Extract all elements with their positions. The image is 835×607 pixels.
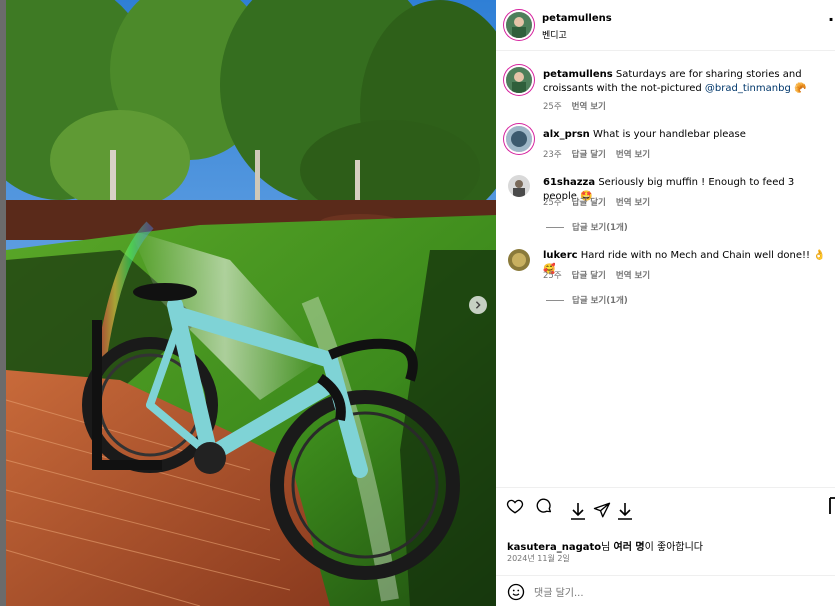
view-replies-label: 답글 보기(1개) bbox=[572, 223, 628, 233]
download-button[interactable] bbox=[570, 502, 586, 524]
comment-input[interactable]: 댓글 달기... bbox=[534, 584, 584, 599]
translate-link[interactable]: 번역 보기 bbox=[616, 269, 650, 281]
comment-avatar-image bbox=[506, 126, 532, 152]
comment-avatar[interactable] bbox=[508, 249, 530, 271]
caption-avatar[interactable] bbox=[506, 67, 532, 93]
reply-button[interactable]: 답글 달기 bbox=[572, 148, 606, 160]
download-icon bbox=[571, 503, 585, 520]
paper-plane-icon bbox=[593, 502, 611, 518]
comment-age[interactable]: 25주 bbox=[543, 269, 562, 281]
next-photo-button[interactable] bbox=[469, 296, 487, 314]
comment-avatar[interactable] bbox=[508, 175, 530, 197]
liker-username[interactable]: kasutera_nagato bbox=[507, 542, 601, 553]
comment-bubble-icon bbox=[536, 498, 552, 513]
smiley-icon bbox=[507, 583, 525, 601]
bike-photo-illustration bbox=[0, 0, 496, 606]
reply-button[interactable]: 답글 달기 bbox=[572, 269, 606, 281]
share-button[interactable] bbox=[593, 501, 611, 523]
post-date[interactable]: 2024년 11월 2일 bbox=[507, 553, 570, 564]
comment-button[interactable] bbox=[535, 497, 553, 519]
comment-meta: 23주 답글 달기 번역 보기 bbox=[543, 148, 650, 160]
post-location[interactable]: 벤디고 bbox=[542, 28, 567, 41]
comment-text: What is your handlebar please bbox=[592, 129, 746, 140]
likes-others-link[interactable]: 여러 명 bbox=[614, 542, 645, 553]
comment-username[interactable]: lukerc bbox=[543, 250, 578, 261]
view-replies-button[interactable]: 답글 보기(1개) bbox=[546, 221, 628, 233]
comment-item: alx_prsn What is your handlebar please bbox=[543, 128, 831, 142]
translate-link[interactable]: 번역 보기 bbox=[616, 148, 650, 160]
comment-username[interactable]: 61shazza bbox=[543, 177, 595, 188]
caption: petamullens Saturdays are for sharing st… bbox=[543, 68, 831, 96]
download-button-secondary[interactable] bbox=[617, 502, 633, 524]
caption-translate-link[interactable]: 번역 보기 bbox=[572, 100, 606, 112]
author-avatar-image bbox=[506, 12, 532, 38]
comment-avatar-image bbox=[508, 249, 530, 271]
bookmark-icon bbox=[829, 497, 835, 514]
comment-composer: 댓글 달기... bbox=[496, 575, 835, 607]
save-button[interactable] bbox=[829, 497, 835, 519]
croissant-emoji: 🥐 bbox=[793, 83, 807, 94]
download-icon bbox=[618, 503, 632, 520]
emoji-button[interactable] bbox=[507, 583, 525, 605]
comment-meta: 25주 답글 달기 번역 보기 bbox=[543, 269, 650, 281]
likes-suffix-2: 이 좋아합니다 bbox=[644, 542, 704, 553]
author-avatar[interactable] bbox=[506, 12, 532, 38]
more-options-icon[interactable]: · bbox=[828, 10, 834, 29]
caption-age[interactable]: 25주 bbox=[543, 100, 562, 112]
post-header: petamullens 벤디고 · bbox=[496, 0, 835, 51]
view-replies-label: 답글 보기(1개) bbox=[572, 296, 628, 306]
comment-avatar-image bbox=[508, 175, 530, 197]
like-button[interactable] bbox=[506, 497, 524, 519]
replies-divider bbox=[546, 299, 564, 301]
comment-username[interactable]: alx_prsn bbox=[543, 129, 590, 140]
comment-age[interactable]: 23주 bbox=[543, 148, 562, 160]
caption-meta: 25주 번역 보기 bbox=[543, 100, 606, 112]
comment-avatar[interactable] bbox=[506, 126, 532, 152]
likes-suffix-1: 님 bbox=[601, 542, 614, 553]
view-replies-button[interactable]: 답글 보기(1개) bbox=[546, 294, 628, 306]
reply-button[interactable]: 답글 달기 bbox=[572, 196, 606, 208]
author-username[interactable]: petamullens bbox=[542, 13, 612, 24]
comment-age[interactable]: 25주 bbox=[543, 196, 562, 208]
post-side-panel: petamullens 벤디고 · petamullens Saturdays … bbox=[496, 0, 835, 606]
translate-link[interactable]: 번역 보기 bbox=[616, 196, 650, 208]
caption-username[interactable]: petamullens bbox=[543, 69, 613, 80]
action-bar bbox=[496, 487, 835, 528]
caption-avatar-image bbox=[506, 67, 532, 93]
caption-mention-link[interactable]: @brad_tinmanbg bbox=[705, 83, 791, 94]
replies-divider bbox=[546, 226, 564, 228]
heart-icon bbox=[506, 499, 524, 514]
comment-meta: 25주 답글 달기 번역 보기 bbox=[543, 196, 650, 208]
window-edge bbox=[0, 0, 6, 606]
likes-summary: kasutera_nagato님 여러 명이 좋아합니다 bbox=[507, 538, 703, 553]
post-photo bbox=[0, 0, 496, 606]
chevron-right-icon bbox=[475, 301, 481, 309]
